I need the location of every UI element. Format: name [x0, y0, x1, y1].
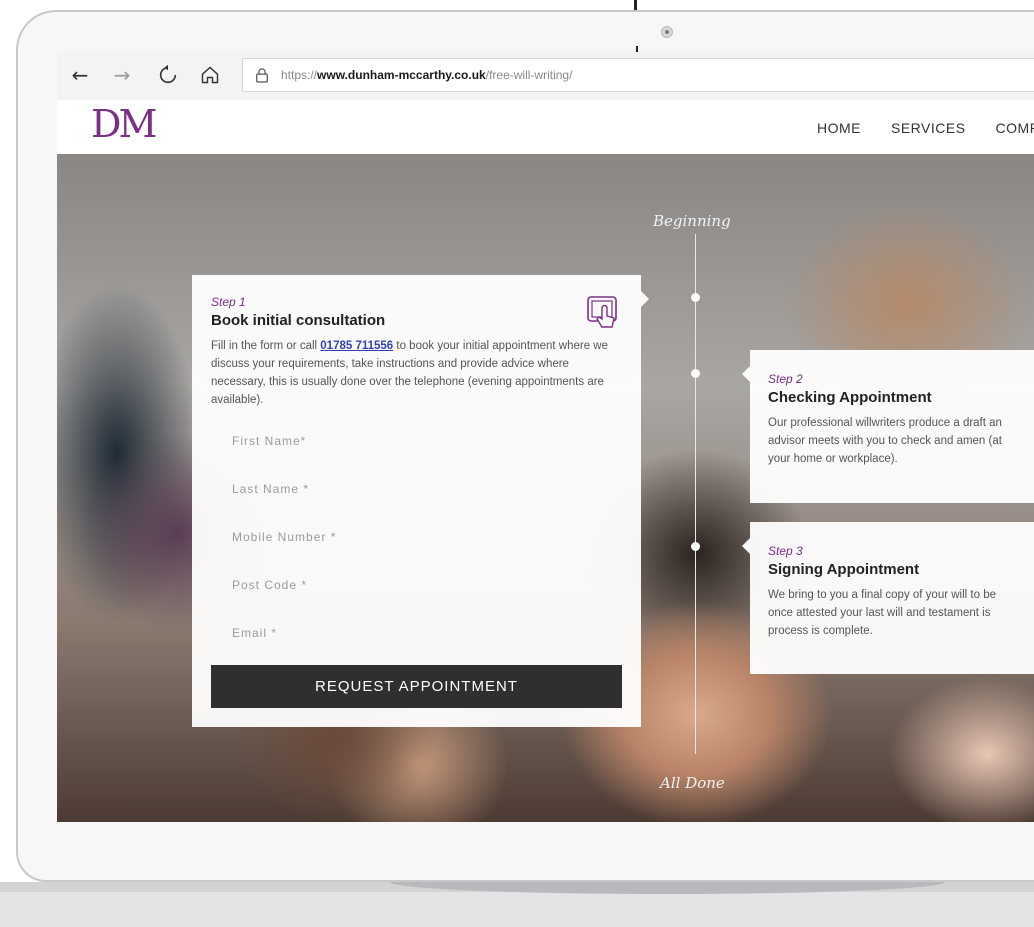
hero-section: Beginning All Done Step 1 Book initial c… — [57, 154, 1034, 822]
camera-icon — [661, 26, 673, 38]
request-appointment-button[interactable]: REQUEST APPOINTMENT — [211, 665, 622, 708]
lock-icon — [256, 68, 268, 83]
email-field[interactable]: Email * — [192, 609, 641, 657]
step2-card: Step 2 Checking Appointment Our professi… — [742, 350, 1034, 503]
nav-item-home[interactable]: HOME — [817, 120, 861, 136]
back-arrow-icon[interactable]: ← — [67, 62, 93, 88]
timeline-end-label: All Done — [660, 774, 725, 792]
nav-item-company[interactable]: COMP — [996, 120, 1034, 136]
post-code-field[interactable]: Post Code * — [192, 561, 641, 609]
timeline-dot — [691, 369, 700, 378]
browser-screen: ← → https://www.dunham-mccarthy.co.uk/fr… — [57, 52, 1034, 822]
phone-link[interactable]: 01785 711556 — [320, 340, 393, 352]
timeline-dot — [691, 293, 700, 302]
appointment-form: First Name* Last Name * Mobile Number * … — [192, 417, 641, 657]
site-header: DM HOME SERVICES COMP — [57, 100, 1034, 154]
address-bar[interactable]: https://www.dunham-mccarthy.co.uk/free-w… — [242, 58, 1034, 92]
browser-toolbar: ← → https://www.dunham-mccarthy.co.uk/fr… — [57, 52, 1034, 101]
url-scheme: https:// — [281, 68, 318, 82]
mobile-number-field[interactable]: Mobile Number * — [192, 513, 641, 561]
step-title: Signing Appointment — [768, 561, 920, 578]
nav-item-services[interactable]: SERVICES — [891, 120, 966, 136]
url-domain: www.dunham-mccarthy.co.uk — [317, 68, 486, 82]
step1-card: Step 1 Book initial consultation Fill in… — [192, 275, 649, 727]
step-description: Fill in the form or call 01785 711556 to… — [211, 337, 622, 409]
step-description: Our professional willwriters produce a d… — [768, 417, 1002, 465]
site-logo[interactable]: DM — [91, 102, 157, 146]
first-name-field[interactable]: First Name* — [192, 417, 641, 465]
step3-card: Step 3 Signing Appointment We bring to y… — [742, 522, 1034, 674]
step-description: We bring to you a final copy of your wil… — [768, 589, 996, 637]
timeline-line — [695, 234, 696, 754]
url-path: /free-will-writing/ — [485, 68, 573, 82]
step-title: Checking Appointment — [768, 389, 932, 406]
site-nav: HOME SERVICES COMP — [817, 120, 1034, 136]
timeline-start-label: Beginning — [653, 212, 731, 230]
refresh-icon[interactable] — [155, 62, 181, 88]
touchscreen-icon — [587, 296, 617, 328]
bezel-mark — [634, 0, 637, 10]
timeline-dot — [691, 542, 700, 551]
step-number: Step 1 — [211, 295, 246, 309]
step-text: Fill in the form or call — [211, 340, 321, 352]
home-icon[interactable] — [197, 62, 223, 88]
forward-arrow-icon[interactable]: → — [109, 62, 135, 88]
step-number: Step 2 — [768, 372, 803, 386]
last-name-field[interactable]: Last Name * — [192, 465, 641, 513]
step-title: Book initial consultation — [211, 312, 386, 329]
step-number: Step 3 — [768, 544, 803, 558]
